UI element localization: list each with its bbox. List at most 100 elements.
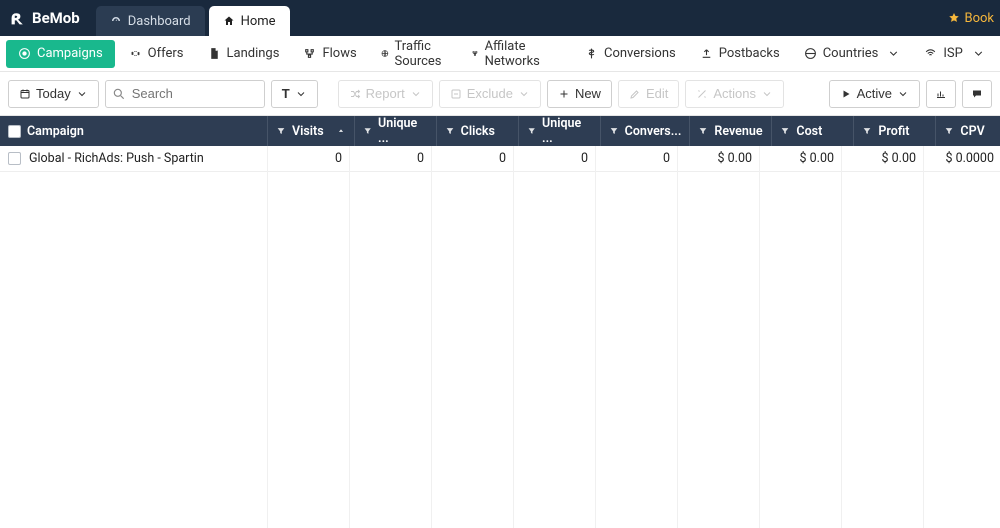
table-header: Campaign Visits Unique ... Clicks Unique… — [0, 116, 1000, 146]
th-clicks-label: Clicks — [461, 124, 495, 139]
text-filter-button[interactable]: T — [271, 80, 318, 108]
filter-icon — [527, 126, 536, 136]
search-input[interactable] — [105, 80, 265, 108]
nav-landings[interactable]: Landings — [196, 40, 292, 68]
tab-dashboard-label: Dashboard — [128, 14, 191, 29]
nav-isp[interactable]: ISP — [912, 40, 996, 68]
th-revenue-label: Revenue — [714, 124, 762, 139]
status-filter-label: Active — [857, 86, 892, 101]
date-range-label: Today — [36, 86, 71, 101]
chevron-down-icon — [295, 88, 307, 100]
dashboard-icon — [110, 15, 122, 27]
th-campaign-label: Campaign — [27, 124, 84, 139]
filter-icon — [862, 126, 872, 136]
brand-logo-icon — [10, 10, 26, 26]
actions-label: Actions — [713, 86, 756, 101]
nav-conversions[interactable]: Conversions — [573, 40, 688, 68]
th-unique2-label: Unique ... — [542, 116, 592, 146]
wand-icon — [696, 88, 708, 100]
pencil-icon — [629, 88, 641, 100]
filter-icon — [944, 126, 954, 136]
table-row[interactable]: Global - RichAds: Push - Spartin 0 0 0 0… — [0, 146, 1000, 172]
th-profit-label: Profit — [878, 124, 909, 139]
new-button[interactable]: New — [547, 80, 612, 108]
nav-isp-label: ISP — [943, 46, 962, 61]
cell-cost: $ 0.00 — [800, 151, 835, 166]
nav-postbacks[interactable]: Postbacks — [688, 40, 792, 68]
wifi-icon — [924, 47, 937, 60]
nav-flows[interactable]: Flows — [291, 40, 368, 68]
th-cost[interactable]: Cost — [772, 116, 854, 146]
home-icon — [223, 15, 235, 27]
book-link[interactable]: Book — [942, 0, 1000, 36]
gear-icon — [129, 47, 142, 60]
exclude-label: Exclude — [467, 86, 513, 101]
chart-icon — [935, 88, 947, 100]
grid-columns — [0, 146, 1000, 528]
row-checkbox[interactable] — [8, 152, 21, 165]
cell-convers: 0 — [663, 151, 670, 166]
nav-aff[interactable]: Affilate Networks — [459, 40, 557, 68]
search-wrap — [105, 80, 265, 108]
nav-campaigns[interactable]: Campaigns — [6, 40, 115, 68]
sort-asc-icon — [336, 126, 346, 136]
th-campaign[interactable]: Campaign — [0, 116, 268, 146]
th-profit[interactable]: Profit — [854, 116, 936, 146]
filter-icon — [445, 126, 455, 136]
cell-unique2: 0 — [581, 151, 588, 166]
comment-button[interactable] — [962, 80, 992, 108]
nav-countries-label: Countries — [823, 46, 879, 61]
tab-dashboard[interactable]: Dashboard — [96, 6, 205, 36]
cell-clicks: 0 — [499, 151, 506, 166]
plus-icon — [558, 88, 570, 100]
th-unique1[interactable]: Unique ... — [355, 116, 437, 146]
book-label: Book — [964, 11, 994, 26]
select-all-checkbox[interactable] — [8, 125, 21, 138]
th-cost-label: Cost — [796, 124, 822, 139]
cell-profit: $ 0.00 — [882, 151, 917, 166]
brand: BeMob — [0, 0, 90, 36]
nav-conv-label: Conversions — [604, 46, 676, 61]
chevron-down-icon — [76, 88, 88, 100]
th-revenue[interactable]: Revenue — [690, 116, 772, 146]
topbar: BeMob Dashboard Home Book — [0, 0, 1000, 36]
brand-label: BeMob — [32, 9, 80, 27]
star-icon — [948, 12, 960, 24]
nav-aff-label: Affilate Networks — [485, 39, 545, 69]
dollar-icon — [585, 47, 598, 60]
th-unique1-label: Unique ... — [378, 116, 428, 146]
nav-traffic-label: Traffic Sources — [395, 39, 447, 69]
chevron-down-icon — [972, 47, 985, 60]
globe-icon — [381, 47, 389, 60]
nav-traffic[interactable]: Traffic Sources — [369, 40, 459, 68]
nav-countries[interactable]: Countries — [792, 40, 913, 68]
actions-button: Actions — [685, 80, 784, 108]
th-cpv[interactable]: CPV — [936, 116, 1000, 146]
status-filter-button[interactable]: Active — [829, 80, 920, 108]
nav-landings-label: Landings — [227, 46, 280, 61]
chevron-down-icon — [897, 88, 909, 100]
cell-unique1: 0 — [417, 151, 424, 166]
cell-revenue: $ 0.00 — [718, 151, 753, 166]
shuffle-icon — [349, 88, 361, 100]
th-clicks[interactable]: Clicks — [437, 116, 519, 146]
flow-icon — [303, 47, 316, 60]
globe2-icon — [804, 47, 817, 60]
chevron-down-icon — [761, 88, 773, 100]
upload-icon — [700, 47, 713, 60]
nav-offers[interactable]: Offers — [117, 40, 196, 68]
nav-postbacks-label: Postbacks — [719, 46, 780, 61]
th-unique2[interactable]: Unique ... — [519, 116, 601, 146]
th-visits[interactable]: Visits — [268, 116, 355, 146]
edit-button: Edit — [618, 80, 679, 108]
chart-button[interactable] — [926, 80, 956, 108]
cell-cpv: $ 0.0000 — [945, 151, 994, 166]
filter-icon — [780, 126, 790, 136]
chevron-down-icon — [410, 88, 422, 100]
nav-offers-label: Offers — [148, 46, 184, 61]
date-range-button[interactable]: Today — [8, 80, 99, 108]
tab-home[interactable]: Home — [209, 6, 290, 36]
nav-flows-label: Flows — [322, 46, 356, 61]
th-convers[interactable]: Convers... — [601, 116, 691, 146]
filter-icon — [698, 126, 708, 136]
